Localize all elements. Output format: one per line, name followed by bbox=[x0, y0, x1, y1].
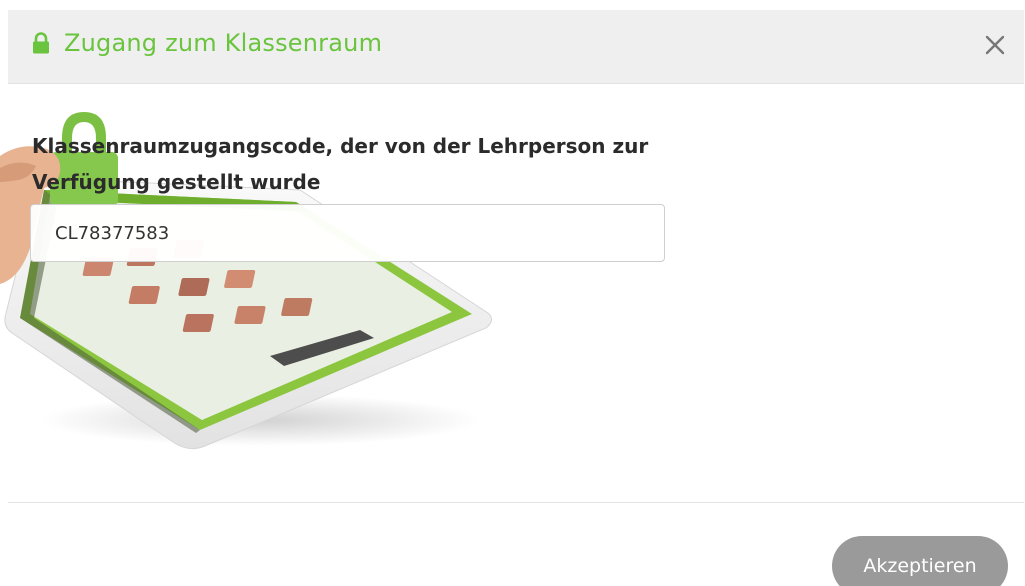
accept-button[interactable]: Akzeptieren bbox=[832, 536, 1008, 586]
close-icon[interactable] bbox=[980, 30, 1010, 60]
access-code-label: Klassenraumzugangscode, der von der Lehr… bbox=[32, 134, 649, 194]
dialog-title: Zugang zum Klassenraum bbox=[64, 29, 383, 57]
dialog-body: Klassenraumzugangscode, der von der Lehr… bbox=[0, 84, 1025, 502]
lock-icon bbox=[33, 32, 49, 54]
footer-divider bbox=[8, 502, 1024, 503]
dialog-header: Zugang zum Klassenraum bbox=[8, 10, 1024, 84]
classroom-access-dialog: Zugang zum Klassenraum Klassenraumzugang… bbox=[0, 0, 1025, 586]
access-code-input[interactable] bbox=[30, 204, 665, 262]
